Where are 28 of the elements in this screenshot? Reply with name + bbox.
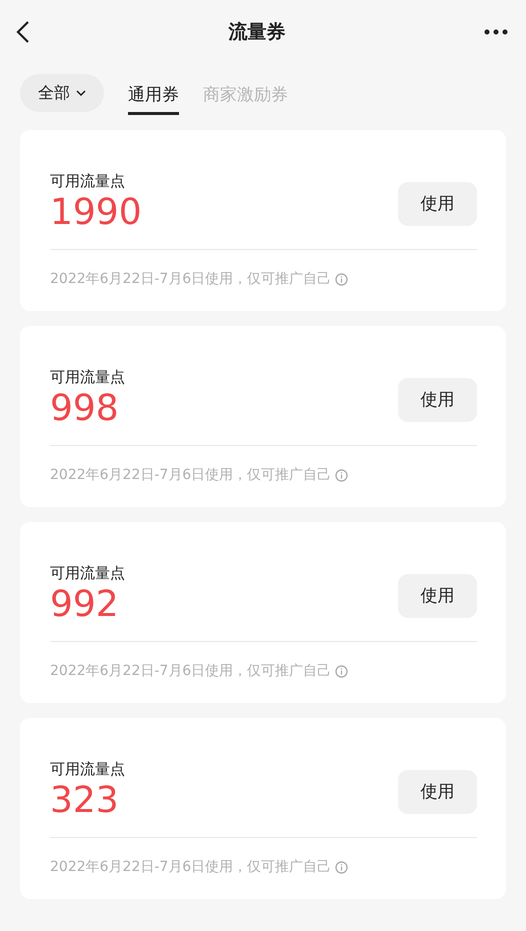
info-icon[interactable] xyxy=(335,468,348,482)
back-button[interactable] xyxy=(16,20,30,44)
coupon-amount: 1990 xyxy=(50,191,142,235)
info-icon[interactable] xyxy=(335,664,348,678)
coupon-note: 2022年6月22日-7月6日使用，仅可推广自己 xyxy=(50,662,332,680)
use-button[interactable]: 使用 xyxy=(398,770,477,814)
back-icon xyxy=(16,20,30,44)
coupon-amount: 998 xyxy=(50,387,120,431)
page-title: 流量券 xyxy=(228,20,286,45)
coupon-label: 可用流量点 xyxy=(50,172,126,191)
info-icon[interactable] xyxy=(335,272,348,286)
use-button[interactable]: 使用 xyxy=(398,574,477,618)
filter-dropdown[interactable]: 全部 xyxy=(20,74,104,112)
chevron-down-icon xyxy=(76,90,86,96)
coupon-amount: 992 xyxy=(50,583,120,627)
coupon-label: 可用流量点 xyxy=(50,760,125,779)
coupon-amount: 323 xyxy=(50,779,120,823)
use-button[interactable]: 使用 xyxy=(398,378,477,422)
coupon-note: 2022年6月22日-7月6日使用，仅可推广自己 xyxy=(50,858,332,876)
use-button[interactable]: 使用 xyxy=(398,182,477,226)
coupon-note: 2022年6月22日-7月6日使用，仅可推广自己 xyxy=(50,466,332,484)
info-icon[interactable] xyxy=(335,860,348,874)
coupon-note: 2022年6月22日-7月6日使用，仅可推广自己 xyxy=(50,270,332,288)
more-button[interactable] xyxy=(484,29,508,35)
tab[interactable]: 通用券 xyxy=(128,75,179,115)
coupon-label: 可用流量点 xyxy=(50,368,125,387)
coupon-label: 可用流量点 xyxy=(50,564,125,583)
more-icon xyxy=(484,29,508,35)
